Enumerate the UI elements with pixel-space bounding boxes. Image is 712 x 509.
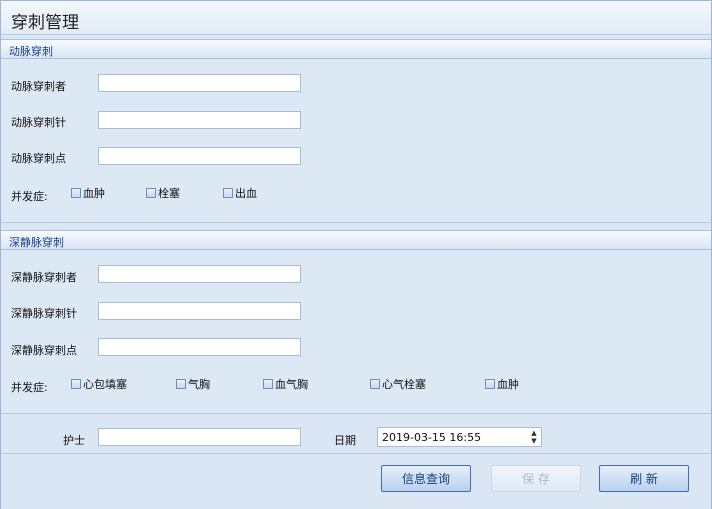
arterial-group-title: 动脉穿刺: [9, 45, 53, 58]
checkbox-label: 气胸: [188, 378, 210, 391]
venous-pneumothorax-checkbox[interactable]: 气胸: [176, 377, 210, 391]
checkbox-label: 血肿: [497, 378, 519, 391]
spin-up-icon[interactable]: ▲: [530, 429, 538, 437]
arterial-needle-input[interactable]: [98, 111, 301, 129]
arterial-operator-label: 动脉穿刺者: [11, 80, 66, 93]
checkbox-box: [223, 188, 233, 198]
date-label: 日期: [334, 434, 356, 447]
checkbox-box: [485, 379, 495, 389]
checkbox-label: 心包填塞: [83, 378, 127, 391]
checkbox-label: 心气栓塞: [382, 378, 426, 391]
arterial-bleeding-checkbox[interactable]: 出血: [223, 186, 257, 200]
checkbox-box: [71, 379, 81, 389]
venous-needle-label: 深静脉穿刺针: [11, 307, 77, 320]
save-button[interactable]: 保 存: [491, 465, 581, 492]
arterial-site-input[interactable]: [98, 147, 301, 165]
venous-site-label: 深静脉穿刺点: [11, 344, 77, 357]
puncture-management-window: 穿刺管理 动脉穿刺 动脉穿刺者 动脉穿刺针 动脉穿刺点 并发症: 血肿 栓塞 出…: [0, 0, 712, 509]
nurse-label: 护士: [63, 434, 85, 447]
arterial-site-label: 动脉穿刺点: [11, 152, 66, 165]
checkbox-label: 血肿: [83, 187, 105, 200]
venous-operator-input[interactable]: [98, 265, 301, 283]
arterial-puncture-group: 动脉穿刺: [1, 39, 711, 223]
checkbox-box: [71, 188, 81, 198]
arterial-complication-label: 并发症:: [11, 190, 48, 203]
venous-hemopneumothorax-checkbox[interactable]: 血气胸: [263, 377, 308, 391]
checkbox-box: [370, 379, 380, 389]
venous-tamponade-checkbox[interactable]: 心包填塞: [71, 377, 127, 391]
checkbox-label: 血气胸: [275, 378, 308, 391]
arterial-group-header: 动脉穿刺: [1, 39, 711, 59]
arterial-operator-input[interactable]: [98, 74, 301, 92]
checkbox-box: [146, 188, 156, 198]
venous-hematoma-checkbox[interactable]: 血肿: [485, 377, 519, 391]
venous-needle-input[interactable]: [98, 302, 301, 320]
arterial-embolism-checkbox[interactable]: 栓塞: [146, 186, 180, 200]
spin-down-icon[interactable]: ▼: [530, 437, 538, 445]
refresh-button[interactable]: 刷 新: [599, 465, 689, 492]
footer-divider: [1, 453, 711, 454]
checkbox-label: 出血: [235, 187, 257, 200]
arterial-needle-label: 动脉穿刺针: [11, 116, 66, 129]
venous-air-embolism-checkbox[interactable]: 心气栓塞: [370, 377, 426, 391]
checkbox-label: 栓塞: [158, 187, 180, 200]
query-button[interactable]: 信息查询: [381, 465, 471, 492]
nurse-input[interactable]: [98, 428, 301, 446]
arterial-hematoma-checkbox[interactable]: 血肿: [71, 186, 105, 200]
venous-operator-label: 深静脉穿刺者: [11, 271, 77, 284]
date-picker[interactable]: 2019-03-15 16:55 ▲ ▼: [377, 427, 542, 447]
venous-group-title: 深静脉穿刺: [9, 236, 64, 249]
checkbox-box: [263, 379, 273, 389]
venous-group-header: 深静脉穿刺: [1, 230, 711, 250]
venous-site-input[interactable]: [98, 338, 301, 356]
date-spinner[interactable]: ▲ ▼: [530, 429, 538, 445]
title-bar: 穿刺管理: [1, 1, 711, 35]
checkbox-box: [176, 379, 186, 389]
venous-complication-label: 并发症:: [11, 381, 48, 394]
date-value: 2019-03-15 16:55: [382, 431, 482, 444]
window-title: 穿刺管理: [11, 13, 79, 33]
